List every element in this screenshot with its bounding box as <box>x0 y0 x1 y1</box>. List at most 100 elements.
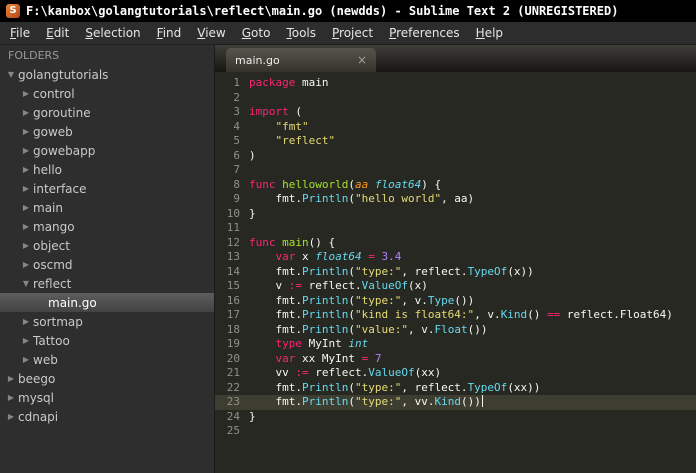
code-line-16[interactable]: 16 fmt.Println("type:", v.Type()) <box>215 294 696 309</box>
menu-tools[interactable]: Tools <box>278 23 324 43</box>
arrow-collapsed-icon[interactable]: ▶ <box>4 407 18 426</box>
code-line-12[interactable]: 12 func main() { <box>215 236 696 251</box>
tree-item-label: control <box>33 86 75 101</box>
code-line-1[interactable]: 1 package main <box>215 76 696 91</box>
folder-reflect[interactable]: ▼ reflect <box>0 274 214 293</box>
arrow-collapsed-icon[interactable]: ▶ <box>4 388 18 407</box>
code-line-19[interactable]: 19 type MyInt int <box>215 337 696 352</box>
menu-file[interactable]: File <box>2 23 38 43</box>
menu-project[interactable]: Project <box>324 23 381 43</box>
tree-item-label: interface <box>33 181 87 196</box>
tree-item-label: sortmap <box>33 314 83 329</box>
code-line-10[interactable]: 10} <box>215 207 696 222</box>
menu-selection[interactable]: Selection <box>77 23 148 43</box>
code-line-25[interactable]: 25 <box>215 424 696 439</box>
tab-main-go[interactable]: main.go × <box>226 48 376 72</box>
line-number: 22 <box>226 380 240 394</box>
code-line-20[interactable]: 20 var xx MyInt = 7 <box>215 352 696 367</box>
arrow-collapsed-icon[interactable]: ▶ <box>19 331 33 350</box>
arrow-collapsed-icon[interactable]: ▶ <box>4 369 18 388</box>
code-line-8[interactable]: 8 func helloworld(aa float64) { <box>215 178 696 193</box>
arrow-collapsed-icon[interactable]: ▶ <box>19 160 33 179</box>
arrow-collapsed-icon[interactable]: ▶ <box>19 255 33 274</box>
line-content: } <box>249 409 256 423</box>
folder-goweb[interactable]: ▶ goweb <box>0 122 214 141</box>
tree-item-label: goweb <box>33 124 73 139</box>
code-line-24[interactable]: 24} <box>215 410 696 425</box>
line-content: vv := reflect.ValueOf(xx) <box>249 366 442 379</box>
menu-edit[interactable]: Edit <box>38 23 77 43</box>
line-content: "reflect" <box>275 134 336 147</box>
main-area: FOLDERS ▼ golangtutorials ▶ control ▶ gorouti… <box>0 45 696 473</box>
title-bar[interactable]: S F:\kanbox\golangtutorials\reflect\main… <box>0 0 696 22</box>
code-line-9[interactable]: 9 fmt.Println("hello world", aa) <box>215 192 696 207</box>
menu-help[interactable]: Help <box>468 23 511 43</box>
tree-item-label: hello <box>33 162 62 177</box>
folders-header: FOLDERS <box>8 49 60 62</box>
line-number: 9 <box>233 192 240 205</box>
menu-view[interactable]: View <box>189 23 233 43</box>
folder-object[interactable]: ▶ object <box>0 236 214 255</box>
arrow-collapsed-icon[interactable]: ▶ <box>19 236 33 255</box>
arrow-collapsed-icon[interactable]: ▶ <box>19 312 33 331</box>
menu-find[interactable]: Find <box>149 23 190 43</box>
arrow-expanded-icon[interactable]: ▼ <box>4 65 18 84</box>
sidebar: FOLDERS ▼ golangtutorials ▶ control ▶ gorouti… <box>0 45 215 473</box>
code-editor[interactable]: 1 package main 2 3 import (4 "fmt" 5 "reflect… <box>215 72 696 473</box>
folder-web[interactable]: ▶ web <box>0 350 214 369</box>
arrow-collapsed-icon[interactable]: ▶ <box>19 179 33 198</box>
arrow-collapsed-icon[interactable]: ▶ <box>19 84 33 103</box>
line-number: 8 <box>233 177 240 191</box>
folder-control[interactable]: ▶ control <box>0 84 214 103</box>
code-line-7[interactable]: 7 <box>215 163 696 178</box>
folder-mysql[interactable]: ▶ mysql <box>0 388 214 407</box>
folder-interface[interactable]: ▶ interface <box>0 179 214 198</box>
code-line-11[interactable]: 11 <box>215 221 696 236</box>
folder-gowebapp[interactable]: ▶ gowebapp <box>0 141 214 160</box>
code-line-22[interactable]: 22 fmt.Println("type:", reflect.TypeOf(x… <box>215 381 696 396</box>
code-line-15[interactable]: 15 v := reflect.ValueOf(x) <box>215 279 696 294</box>
code-line-14[interactable]: 14 fmt.Println("type:", reflect.TypeOf(x… <box>215 265 696 280</box>
folder-goroutine[interactable]: ▶ goroutine <box>0 103 214 122</box>
folder-golangtutorials[interactable]: ▼ golangtutorials <box>0 65 214 84</box>
folder-tattoo[interactable]: ▶ Tattoo <box>0 331 214 350</box>
folder-beego[interactable]: ▶ beego <box>0 369 214 388</box>
arrow-expanded-icon[interactable]: ▼ <box>19 274 33 293</box>
line-number: 14 <box>226 264 240 278</box>
tab-close-icon[interactable]: × <box>357 54 367 66</box>
code-line-6[interactable]: 6) <box>215 149 696 164</box>
line-number: 1 <box>233 76 240 89</box>
code-line-2[interactable]: 2 <box>215 91 696 106</box>
arrow-collapsed-icon[interactable]: ▶ <box>19 122 33 141</box>
arrow-collapsed-icon[interactable]: ▶ <box>19 350 33 369</box>
code-line-3[interactable]: 3 import ( <box>215 105 696 120</box>
arrow-collapsed-icon[interactable]: ▶ <box>19 141 33 160</box>
line-number: 11 <box>226 221 240 234</box>
folder-mango[interactable]: ▶ mango <box>0 217 214 236</box>
arrow-collapsed-icon[interactable]: ▶ <box>19 217 33 236</box>
code-line-17[interactable]: 17 fmt.Println("kind is float64:", v.Kin… <box>215 308 696 323</box>
code-line-23[interactable]: 23 fmt.Println("type:", vv.Kind()) <box>215 395 696 410</box>
menu-goto[interactable]: Goto <box>234 23 279 43</box>
folder-sortmap[interactable]: ▶ sortmap <box>0 312 214 331</box>
line-content: fmt.Println("type:", v.Type()) <box>249 293 475 307</box>
menu-preferences[interactable]: Preferences <box>381 23 468 43</box>
code-line-13[interactable]: 13 var x float64 = 3.4 <box>215 250 696 265</box>
arrow-collapsed-icon[interactable]: ▶ <box>19 198 33 217</box>
code-line-4[interactable]: 4 "fmt" <box>215 120 696 135</box>
code-line-5[interactable]: 5 "reflect" <box>215 134 696 149</box>
text-cursor <box>481 395 483 407</box>
code-line-18[interactable]: 18 fmt.Println("value:", v.Float()) <box>215 323 696 338</box>
tree-item-label: Tattoo <box>33 333 70 348</box>
folder-oscmd[interactable]: ▶ oscmd <box>0 255 214 274</box>
folder-cdnapi[interactable]: ▶ cdnapi <box>0 407 214 426</box>
code-line-21[interactable]: 21 vv := reflect.ValueOf(xx) <box>215 366 696 381</box>
file-main.go[interactable]: main.go <box>0 293 214 312</box>
folder-hello[interactable]: ▶ hello <box>0 160 214 179</box>
arrow-collapsed-icon[interactable]: ▶ <box>19 103 33 122</box>
sublime-window: S F:\kanbox\golangtutorials\reflect\main… <box>0 0 696 473</box>
line-content: ) <box>249 148 256 162</box>
sublime-app-icon: S <box>6 4 20 18</box>
folder-main[interactable]: ▶ main <box>0 198 214 217</box>
tree-item-label: gowebapp <box>33 143 96 158</box>
